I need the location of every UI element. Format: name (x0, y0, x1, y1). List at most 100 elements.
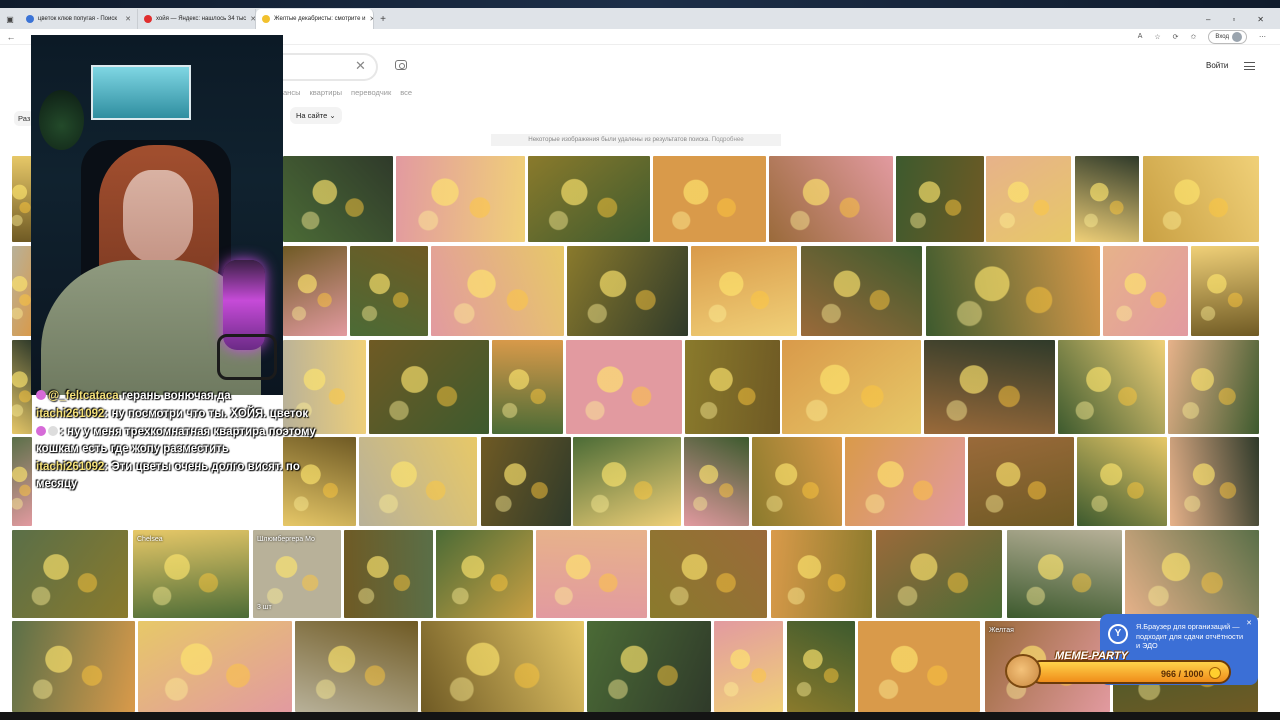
result-image[interactable] (1143, 156, 1259, 242)
result-image[interactable] (12, 246, 32, 336)
skull-emote-icon (48, 426, 58, 436)
result-image[interactable] (436, 530, 533, 618)
tab-hoya[interactable]: хойя — Яндекс: нашлось 34 тыс ✕ (138, 9, 256, 29)
result-image[interactable] (1075, 156, 1139, 242)
streamer-face (123, 170, 193, 262)
result-image[interactable] (1191, 246, 1259, 336)
result-image[interactable] (369, 340, 489, 434)
tab-parrot-flower[interactable]: цветок клюв попугая - Поиск ✕ (20, 9, 138, 29)
result-image[interactable] (431, 246, 564, 336)
result-image[interactable] (801, 246, 922, 336)
reader-icon[interactable]: A (1138, 33, 1143, 40)
camera-search-icon[interactable] (395, 60, 407, 70)
tab-title: Желтые декабристы: смотрите и (274, 16, 366, 22)
yandex-favicon-icon (144, 15, 152, 23)
meme-party-widget: MEME-PARTY 966 / 1000 (1005, 650, 1231, 688)
result-image[interactable] (344, 530, 433, 618)
result-image[interactable] (896, 156, 984, 242)
meme-party-title: MEME-PARTY (1055, 650, 1128, 662)
result-image[interactable] (350, 246, 428, 336)
result-image[interactable] (653, 156, 766, 242)
clear-search-icon[interactable]: ✕ (355, 58, 366, 74)
bookmark-star-icon[interactable]: ☆ (1154, 33, 1160, 41)
site-filter[interactable]: На сайте ⌄ (290, 107, 342, 124)
result-image[interactable] (396, 156, 525, 242)
menu-icon[interactable] (1244, 62, 1255, 70)
result-image[interactable] (1125, 530, 1259, 618)
result-image[interactable] (845, 437, 965, 526)
new-tab-button[interactable]: + (374, 14, 392, 25)
removed-images-notice: Некоторые изображения были удалены из ре… (491, 134, 781, 146)
result-image[interactable] (924, 340, 1055, 434)
nav-link-translator[interactable]: переводчик (351, 88, 391, 97)
result-image[interactable] (986, 156, 1071, 242)
tab-actions-icon[interactable]: ▣ (0, 15, 20, 24)
result-image[interactable] (12, 621, 135, 712)
result-image[interactable] (12, 340, 32, 434)
result-image[interactable] (295, 621, 418, 712)
result-image[interactable] (481, 437, 571, 526)
notice-text: Некоторые изображения были удалены из ре… (528, 136, 710, 143)
favorites-icon[interactable]: ✩ (1191, 33, 1197, 41)
result-image[interactable] (566, 340, 682, 434)
result-image[interactable] (1077, 437, 1167, 526)
emote-icon (36, 390, 46, 400)
close-tab-icon[interactable]: ✕ (125, 15, 131, 23)
result-image[interactable] (771, 530, 872, 618)
result-image[interactable] (968, 437, 1074, 526)
result-image[interactable] (283, 246, 347, 336)
result-image[interactable] (858, 621, 980, 712)
result-image[interactable] (685, 340, 780, 434)
result-image[interactable] (536, 530, 647, 618)
login-button[interactable]: Войти (1206, 61, 1228, 70)
close-popup-icon[interactable]: ✕ (1246, 619, 1252, 629)
back-arrow-icon[interactable]: ← (0, 32, 22, 42)
result-image[interactable] (12, 437, 32, 526)
minimize-button[interactable]: – (1206, 15, 1210, 24)
result-image[interactable] (421, 621, 584, 712)
result-image[interactable] (359, 437, 477, 526)
result-image[interactable] (492, 340, 563, 434)
result-image[interactable] (787, 621, 855, 712)
microphone (217, 260, 277, 380)
result-image[interactable] (528, 156, 650, 242)
result-image[interactable] (684, 437, 749, 526)
result-image[interactable] (926, 246, 1100, 336)
result-image[interactable] (567, 246, 688, 336)
result-image[interactable] (714, 621, 783, 712)
profile-login-button[interactable]: Вход (1208, 29, 1247, 44)
result-image[interactable] (752, 437, 842, 526)
nav-link-all[interactable]: все (400, 88, 412, 97)
houseplant (39, 90, 84, 150)
result-image[interactable] (138, 621, 292, 712)
result-image[interactable] (573, 437, 681, 526)
result-image[interactable] (12, 530, 128, 618)
nav-link-apartments[interactable]: квартиры (309, 88, 342, 97)
notice-more-link[interactable]: Подробнее (712, 136, 744, 143)
streamer-webcam (31, 35, 283, 395)
result-image[interactable] (1007, 530, 1122, 618)
result-image[interactable] (587, 621, 711, 712)
result-image[interactable] (1168, 340, 1259, 434)
result-image[interactable] (1170, 437, 1259, 526)
image-caption: Chelsea (137, 536, 163, 543)
result-image[interactable] (782, 340, 921, 434)
chat-message: itachi261092: Эти цветы очень долго вися… (36, 461, 300, 490)
nav-link-vacancies[interactable]: ансы (283, 88, 300, 97)
result-image[interactable] (650, 530, 767, 618)
result-image[interactable] (283, 156, 393, 242)
result-image[interactable] (1058, 340, 1165, 434)
result-image[interactable] (1103, 246, 1188, 336)
result-image[interactable] (876, 530, 1002, 618)
result-image[interactable] (133, 530, 249, 618)
close-window-button[interactable]: ✕ (1257, 15, 1264, 24)
search-nav: ансы квартиры переводчик все (283, 88, 412, 97)
more-menu-icon[interactable]: ⋯ (1259, 33, 1266, 41)
tab-yellow-decembrists[interactable]: Желтые декабристы: смотрите и ✕ (256, 9, 374, 29)
refresh-icon[interactable]: ⟳ (1173, 33, 1179, 41)
maximize-button[interactable]: ▫ (1232, 15, 1235, 24)
result-image[interactable] (769, 156, 893, 242)
chat-text: ну посмотри что ты. ХОЙЯ. цветок (111, 408, 309, 420)
result-image[interactable] (12, 156, 32, 242)
result-image[interactable] (691, 246, 797, 336)
